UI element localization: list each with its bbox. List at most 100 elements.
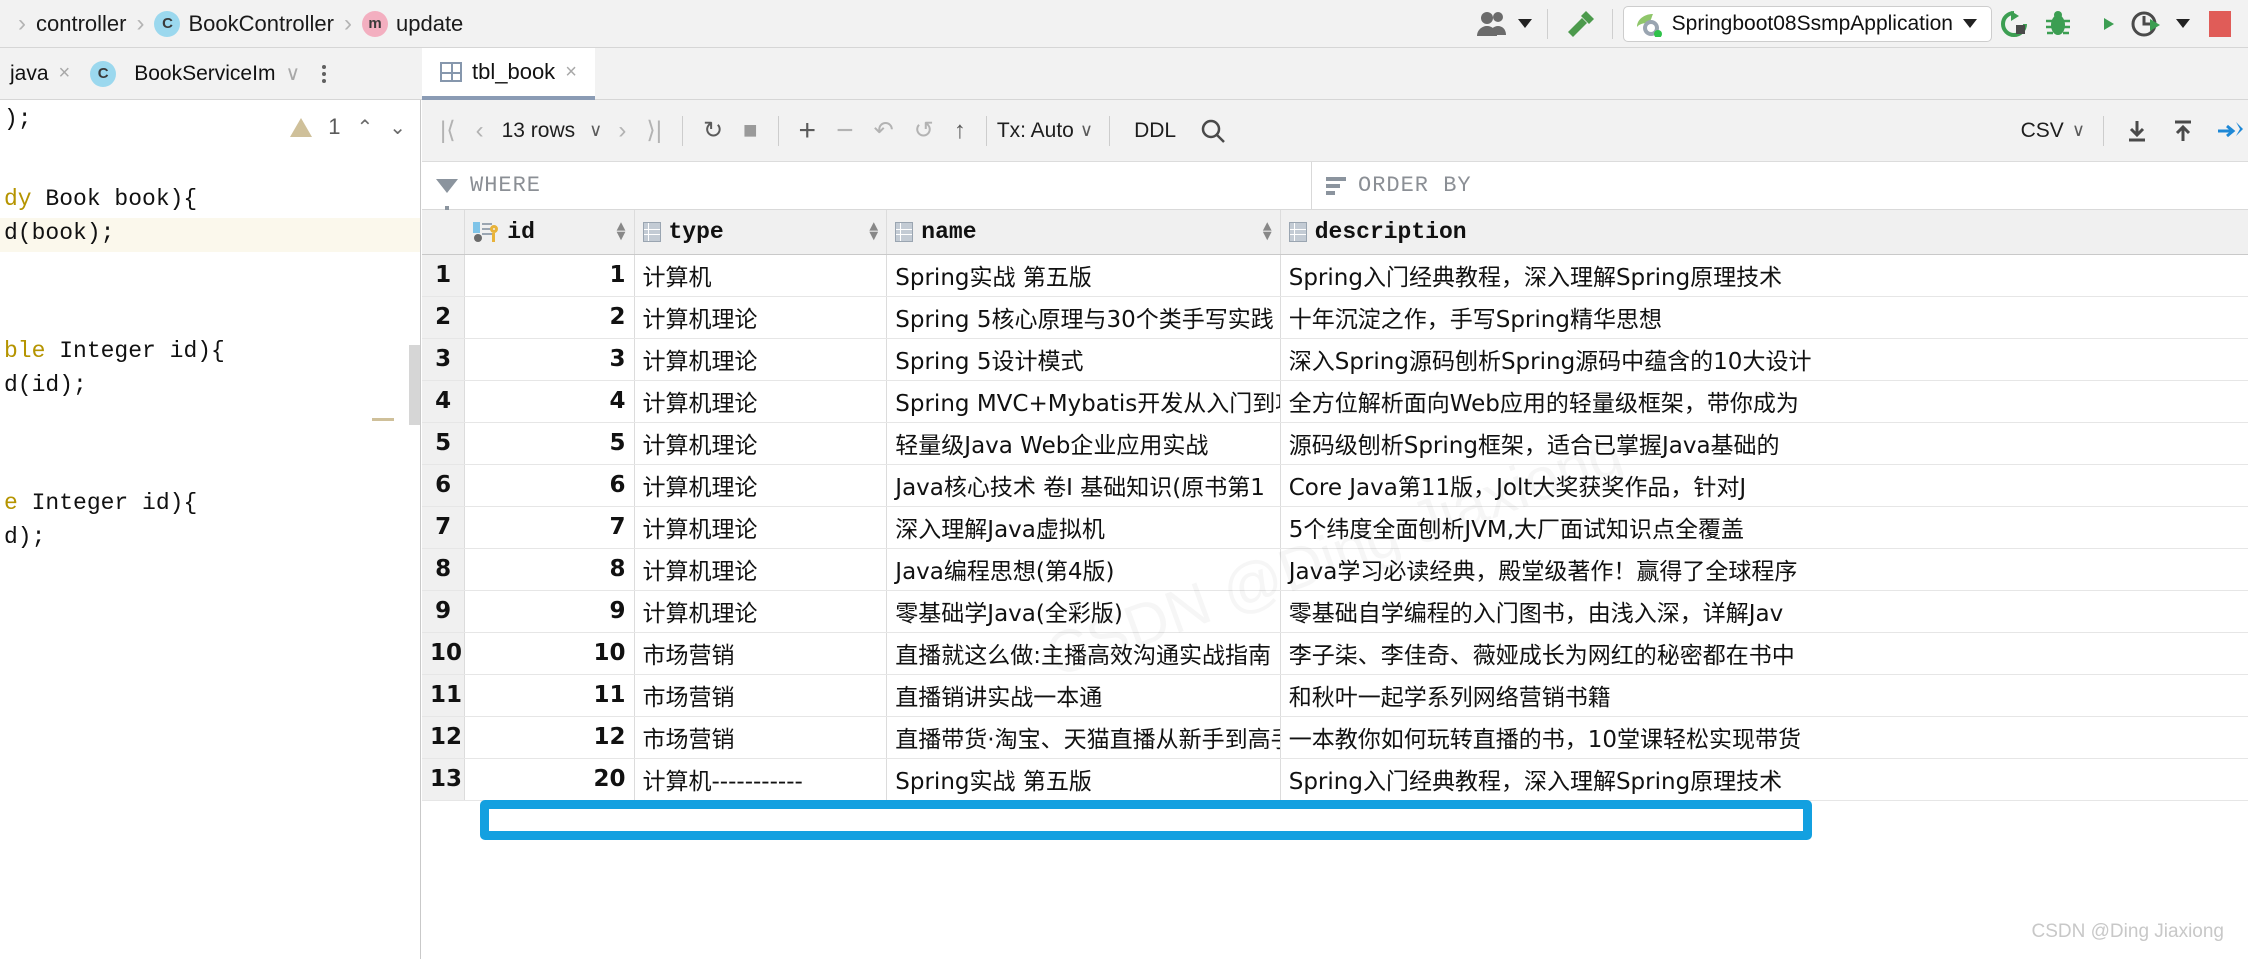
cell-type[interactable]: 计算机理论 [634, 296, 888, 339]
cell-name[interactable]: 深入理解Java虚拟机 [886, 506, 1281, 549]
close-icon[interactable]: × [565, 61, 577, 84]
table-row[interactable]: 12 12 市场营销 直播带货·淘宝、天猫直播从新手到高手 一本教你如何玩转直播的书，1… [422, 716, 2248, 759]
cell-type[interactable]: 计算机理论 [634, 380, 888, 423]
transaction-mode-label[interactable]: Tx: Auto [997, 119, 1074, 143]
first-page-button[interactable]: |⟨ [430, 100, 466, 162]
breadcrumb-item-update[interactable]: m update [362, 10, 463, 37]
cell-type[interactable]: 计算机理论 [634, 548, 888, 591]
cell-description[interactable]: 一本教你如何玩转直播的书，10堂课轻松实现带货 [1280, 716, 2248, 759]
table-row[interactable]: 1 1 计算机 Spring实战 第五版 Spring入门经典教程，深入理解Spring… [422, 254, 2248, 297]
breadcrumb-item-controller[interactable]: controller [36, 11, 126, 37]
db-tab-tbl-book[interactable]: tbl_book × [422, 48, 595, 100]
cell-name[interactable]: 零基础学Java(全彩版) [886, 590, 1281, 633]
editor-tab-java[interactable]: java × [0, 48, 80, 99]
cell-description[interactable]: 全方位解析面向Web应用的轻量级框架，带你成为 [1280, 380, 2248, 423]
cell-name[interactable]: 直播就这么做:主播高效沟通实战指南 [886, 632, 1281, 675]
cell-name[interactable]: Spring 5核心原理与30个类手写实践 [886, 296, 1281, 339]
cell-description[interactable]: 十年沉淀之作，手写Spring精华思想 [1280, 296, 2248, 339]
breadcrumb-item-bookcontroller[interactable]: C BookController [154, 10, 334, 37]
table-row[interactable]: 9 9 计算机理论 零基础学Java(全彩版) 零基础自学编程的入门图书，由浅入深，详解… [422, 590, 2248, 633]
cell-name[interactable]: Spring MVC+Mybatis开发从入门到项 [886, 380, 1281, 423]
cell-id[interactable]: 2 [464, 296, 635, 339]
column-header-name[interactable]: name ▲ ▼ [886, 210, 1281, 255]
inspection-widget[interactable]: 1 ⌃ ⌄ [290, 114, 406, 140]
people-icon[interactable] [1471, 0, 1537, 48]
filter-funnel-icon[interactable] [436, 178, 458, 215]
chevron-up-icon[interactable]: ⌃ [356, 115, 373, 140]
cell-description[interactable]: 源码级刨析Spring框架，适合已掌握Java基础的 [1280, 422, 2248, 465]
table-row[interactable]: 13 20 计算机----------- Spring实战 第五版 Spring入门经典… [422, 758, 2248, 801]
code-fold-marker[interactable] [372, 418, 394, 421]
search-icon[interactable] [1190, 100, 1236, 162]
delete-row-icon[interactable]: − [826, 100, 864, 162]
editor-scrollbar[interactable] [409, 345, 420, 425]
cell-type[interactable]: 市场营销 [634, 632, 888, 675]
chevron-down-icon[interactable]: ∨ [285, 61, 300, 86]
tab-overflow-menu[interactable] [310, 64, 338, 83]
data-grid[interactable]: id ▲ ▼ type ▲ ▼ name ▲ ▼ description 1 1… [422, 210, 2248, 959]
sort-arrows-icon[interactable]: ▲ ▼ [869, 220, 878, 244]
run-configuration-selector[interactable]: Springboot08SsmpApplication [1622, 5, 1992, 42]
sort-icon[interactable] [1326, 176, 1346, 195]
table-row[interactable]: 10 10 市场营销 直播就这么做:主播高效沟通实战指南 李子柒、李佳奇、薇娅成长为网红… [422, 632, 2248, 675]
cell-id[interactable]: 4 [464, 380, 635, 423]
cell-type[interactable]: 计算机理论 [634, 464, 888, 507]
cell-id[interactable]: 20 [464, 758, 635, 801]
cell-type[interactable]: 计算机 [634, 254, 888, 297]
cell-id[interactable]: 8 [464, 548, 635, 591]
cell-id[interactable]: 12 [464, 716, 635, 759]
cell-name[interactable]: 直播销讲实战一本通 [886, 674, 1281, 717]
cell-description[interactable]: Spring入门经典教程，深入理解Spring原理技术 [1280, 758, 2248, 801]
chevron-down-icon[interactable] [2168, 0, 2198, 48]
row-count-label[interactable]: 13 rows [494, 119, 584, 143]
sort-arrows-icon[interactable]: ▲ ▼ [1263, 220, 1272, 244]
cell-type[interactable]: 计算机----------- [634, 758, 888, 801]
reload-icon[interactable]: ↻ [693, 100, 733, 162]
cell-name[interactable]: Spring实战 第五版 [886, 758, 1281, 801]
cell-name[interactable]: Spring实战 第五版 [886, 254, 1281, 297]
next-page-button[interactable]: › [608, 100, 636, 162]
cell-type[interactable]: 计算机理论 [634, 506, 888, 549]
last-page-button[interactable]: ⟩| [636, 100, 672, 162]
cell-name[interactable]: Spring 5设计模式 [886, 338, 1281, 381]
cell-type[interactable]: 市场营销 [634, 674, 888, 717]
import-data-icon[interactable] [2114, 100, 2160, 162]
table-row[interactable]: 8 8 计算机理论 Java编程思想(第4版) Java学习必读经典，殿堂级著作！赢得了… [422, 548, 2248, 591]
submit-icon[interactable]: ↑ [944, 100, 976, 162]
cell-description[interactable]: 5个纬度全面刨析JVM,大厂面试知识点全覆盖 [1280, 506, 2248, 549]
cell-type[interactable]: 计算机理论 [634, 422, 888, 465]
table-row[interactable]: 4 4 计算机理论 Spring MVC+Mybatis开发从入门到项 全方位解析面向W… [422, 380, 2248, 423]
output-format-label[interactable]: CSV [2021, 119, 2064, 143]
chevron-down-icon[interactable]: ⌄ [389, 115, 406, 140]
run-with-coverage-icon[interactable] [2080, 0, 2124, 48]
column-header-description[interactable]: description ▲▼ [1280, 210, 2248, 255]
cell-description[interactable]: 李子柒、李佳奇、薇娅成长为网红的秘密都在书中 [1280, 632, 2248, 675]
chevron-down-icon[interactable]: ∨ [2064, 100, 2093, 162]
debug-bug-icon[interactable] [2036, 0, 2080, 48]
cell-id[interactable]: 5 [464, 422, 635, 465]
table-row[interactable]: 3 3 计算机理论 Spring 5设计模式 深入Spring源码刨析Spring源码中… [422, 338, 2248, 381]
previous-page-button[interactable]: ‹ [466, 100, 494, 162]
revert-icon[interactable]: ↶ [864, 100, 904, 162]
cell-name[interactable]: Java编程思想(第4版) [886, 548, 1281, 591]
chevron-down-icon[interactable]: ∨ [1074, 100, 1099, 162]
cell-type[interactable]: 计算机理论 [634, 338, 888, 381]
cell-id[interactable]: 1 [464, 254, 635, 297]
chevron-down-icon[interactable]: ∨ [583, 100, 608, 162]
ddl-button[interactable]: DDL [1120, 119, 1190, 143]
profiler-icon[interactable] [2124, 0, 2168, 48]
cell-type[interactable]: 市场营销 [634, 716, 888, 759]
jump-to-datasource-icon[interactable] [2206, 100, 2248, 162]
cell-name[interactable]: 直播带货·淘宝、天猫直播从新手到高手 [886, 716, 1281, 759]
stop-icon[interactable]: ■ [733, 100, 768, 162]
table-row[interactable]: 5 5 计算机理论 轻量级Java Web企业应用实战 源码级刨析Spring框架，适合… [422, 422, 2248, 465]
where-filter-cell[interactable]: WHERE [422, 161, 1312, 215]
editor-tab-bookserviceimpl[interactable]: C BookServiceIm ∨ [80, 48, 310, 99]
column-header-id[interactable]: id ▲ ▼ [464, 210, 635, 255]
export-data-icon[interactable] [2160, 100, 2206, 162]
order-by-filter-cell[interactable]: ORDER BY [1312, 162, 1472, 210]
cell-name[interactable]: 轻量级Java Web企业应用实战 [886, 422, 1281, 465]
cell-id[interactable]: 3 [464, 338, 635, 381]
cell-description[interactable]: Java学习必读经典，殿堂级著作！赢得了全球程序 [1280, 548, 2248, 591]
cell-id[interactable]: 7 [464, 506, 635, 549]
